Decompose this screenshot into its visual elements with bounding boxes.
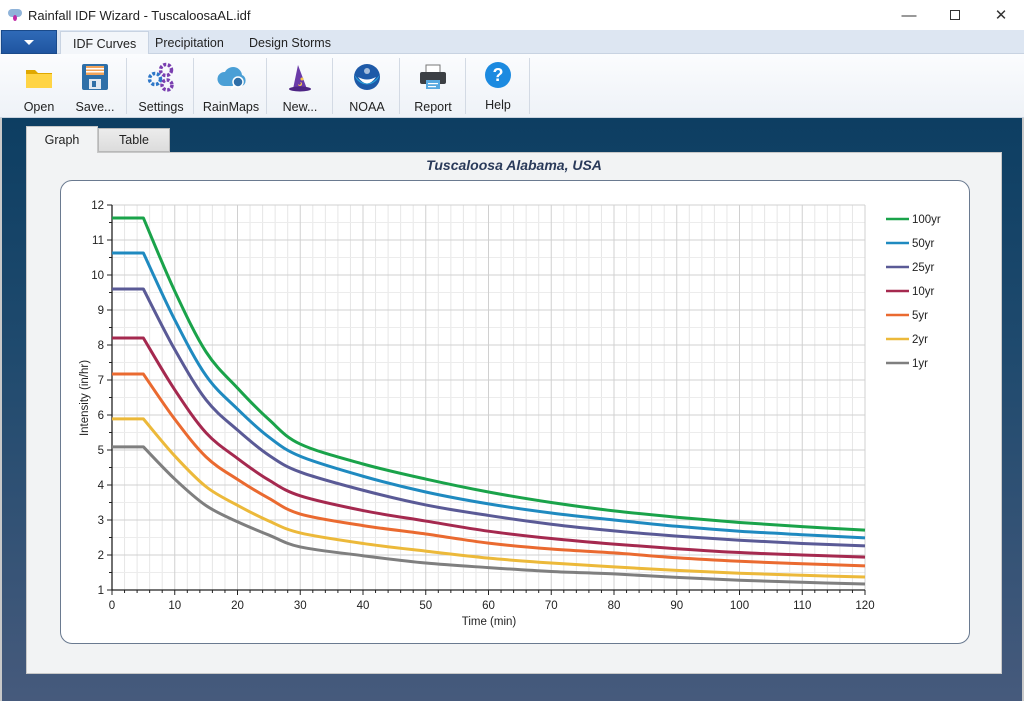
- wizard-hat-icon: [285, 62, 315, 92]
- content-area: Graph Table Tuscaloosa Alabama, USA 0 10 2…: [0, 118, 1024, 701]
- toolbar-separator: [465, 58, 466, 114]
- y-tick-label: 6: [98, 410, 104, 422]
- title-bar: Rainfall IDF Wizard - TuscaloosaAL.idf —…: [0, 0, 1024, 30]
- tab-graph[interactable]: Graph: [26, 126, 98, 153]
- app-menu-button[interactable]: [1, 30, 57, 54]
- x-tick-label: 50: [419, 600, 432, 612]
- legend-label-5yr: 5yr: [912, 310, 928, 322]
- y-tick-label: 11: [92, 235, 104, 247]
- y-axis-label: Intensity (in/hr): [79, 360, 91, 436]
- app-rain-cloud-icon: [8, 8, 22, 22]
- toolbar-separator: [193, 58, 194, 114]
- gears-icon: [146, 62, 176, 92]
- x-axis-label: Time (min): [462, 616, 517, 628]
- legend: 100yr 50yr 25yr 10yr 5yr 2yr 1yr: [886, 214, 941, 370]
- printer-icon: [418, 62, 448, 92]
- legend-label-1yr: 1yr: [912, 358, 928, 370]
- new-wizard-button[interactable]: New...: [278, 54, 322, 118]
- x-tick-label: 80: [608, 600, 621, 612]
- x-tick-label: 60: [482, 600, 495, 612]
- x-tick-label: 90: [670, 600, 683, 612]
- x-tick-label: 40: [357, 600, 370, 612]
- maximize-button[interactable]: [932, 0, 978, 30]
- axes: [107, 204, 866, 595]
- report-button[interactable]: Report: [409, 54, 457, 118]
- tab-table[interactable]: Table: [98, 128, 170, 152]
- legend-label-10yr: 10yr: [912, 286, 935, 298]
- y-tick-label: 5: [98, 445, 104, 457]
- x-tick-label: 0: [109, 600, 115, 612]
- minimize-button[interactable]: —: [886, 0, 932, 30]
- y-tick-label: 9: [98, 305, 104, 317]
- x-tick-label: 70: [545, 600, 558, 612]
- y-tick-label: 4: [98, 480, 105, 492]
- legend-label-50yr: 50yr: [912, 238, 935, 250]
- x-tick-label: 100: [730, 600, 749, 612]
- tab-precipitation[interactable]: Precipitation: [143, 31, 236, 55]
- tab-design-storms[interactable]: Design Storms: [237, 31, 343, 55]
- close-button[interactable]: ✕: [978, 0, 1024, 30]
- chart-title: Tuscaloosa Alabama, USA: [426, 157, 602, 173]
- maximize-icon: [950, 10, 960, 20]
- floppy-disk-icon: [80, 62, 110, 92]
- idf-chart: 0 10 20 30 40 50 60 70 80 90 100 110 120123456789101…: [79, 200, 941, 628]
- minimize-icon: —: [901, 6, 917, 24]
- y-tick-label: 7: [98, 375, 104, 387]
- ribbon-tab-bar: IDF Curves Precipitation Design Storms: [0, 30, 1024, 55]
- dropdown-arrow-icon: [24, 39, 34, 45]
- close-icon: ✕: [994, 7, 1008, 24]
- y-tick-label: 8: [98, 340, 104, 352]
- x-tick-label: 110: [793, 600, 811, 612]
- window-title: Rainfall IDF Wizard - TuscaloosaAL.idf: [28, 7, 251, 23]
- y-tick-label: 12: [91, 200, 104, 212]
- ribbon-toolbar: Open Save... Settings RainMaps New... NO…: [0, 54, 1024, 118]
- toolbar-separator: [266, 58, 267, 114]
- tick-labels: 0 10 20 30 40 50 60 70 80 90 100 110 120123456789101…: [91, 200, 874, 612]
- graph-panel: Tuscaloosa Alabama, USA 0 10 20 30 40 50 60 70 8…: [26, 152, 1002, 674]
- x-tick-label: 120: [855, 600, 874, 612]
- chart-card: 0 10 20 30 40 50 60 70 80 90 100 110 120 1 2 3 4 5 6 7 8 9 10 1…: [60, 180, 970, 644]
- toolbar-separator: [126, 58, 127, 114]
- open-button[interactable]: Open: [16, 54, 62, 118]
- noaa-button[interactable]: NOAA: [344, 54, 390, 118]
- y-tick-label: 2: [98, 550, 104, 562]
- legend-label-25yr: 25yr: [912, 262, 935, 274]
- help-button[interactable]: ? Help: [477, 54, 519, 118]
- tab-idf-curves[interactable]: IDF Curves: [60, 31, 150, 55]
- legend-label-100yr: 100yr: [912, 214, 941, 226]
- y-tick-label: 10: [91, 270, 104, 282]
- rainmaps-button[interactable]: RainMaps: [201, 54, 261, 118]
- cloud-search-icon: [216, 62, 246, 92]
- toolbar-separator: [332, 58, 333, 114]
- folder-icon: [24, 62, 54, 92]
- save-button[interactable]: Save...: [72, 54, 118, 118]
- settings-button[interactable]: Settings: [135, 54, 187, 118]
- x-tick-label: 30: [294, 600, 307, 612]
- toolbar-separator: [399, 58, 400, 114]
- toolbar-separator: [529, 58, 530, 114]
- y-tick-label: 3: [98, 515, 104, 527]
- legend-label-2yr: 2yr: [912, 334, 928, 346]
- noaa-logo-icon: [352, 62, 382, 92]
- svg-text:?: ?: [493, 65, 504, 85]
- x-tick-label: 20: [231, 600, 244, 612]
- x-tick-label: 10: [168, 600, 181, 612]
- help-icon: ?: [483, 60, 513, 90]
- y-tick-label: 1: [98, 585, 104, 597]
